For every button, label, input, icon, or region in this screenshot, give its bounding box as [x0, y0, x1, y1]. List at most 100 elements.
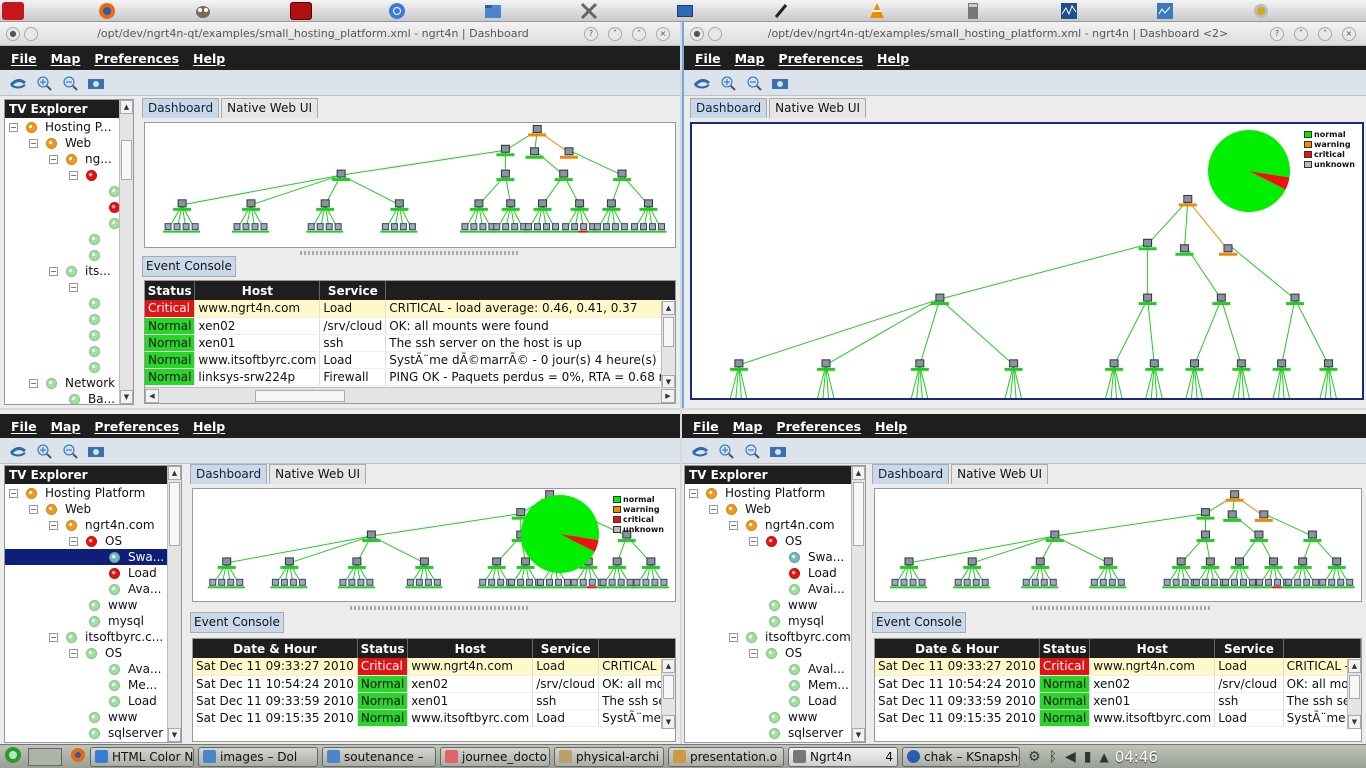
scroll-up-icon[interactable]: ▲: [120, 100, 133, 114]
tree-node[interactable]: Load: [789, 565, 837, 581]
tree-node-os[interactable]: −: [69, 167, 105, 183]
vlc-icon[interactable]: [866, 2, 888, 20]
window-pin-icon[interactable]: [24, 26, 38, 41]
tree-node[interactable]: − Hosting Platform: [689, 485, 825, 501]
service-map-canvas[interactable]: normal warning critical unknown: [192, 488, 676, 602]
menu-help[interactable]: Help: [193, 51, 225, 66]
tree-node[interactable]: Swa...: [789, 549, 844, 565]
console-vertical-scrollbar[interactable]: ▲ ▼: [1347, 659, 1361, 729]
scroll-down-icon[interactable]: ▼: [662, 715, 675, 729]
scroll-up-icon[interactable]: ▲: [1348, 659, 1361, 673]
table-row[interactable]: Sat Dec 11 09:15:35 2010 Normal www.itsoft…: [193, 709, 675, 727]
collapse-toggle[interactable]: −: [49, 520, 58, 530]
collapse-toggle[interactable]: −: [9, 122, 18, 132]
tree-node[interactable]: www: [89, 709, 137, 725]
refresh-icon[interactable]: [692, 73, 712, 93]
splitter-handle[interactable]: [300, 251, 520, 255]
menu-preferences[interactable]: Preferences: [94, 419, 179, 434]
task-journee[interactable]: journee_docto: [440, 746, 550, 767]
minimize-icon[interactable]: ˅: [608, 26, 622, 41]
scroll-thumb[interactable]: [853, 482, 864, 546]
tree-node[interactable]: − itsoftbyrc.com: [729, 629, 851, 645]
scroll-up-icon[interactable]: ▲: [662, 301, 675, 315]
menu-preferences[interactable]: Preferences: [776, 419, 861, 434]
table-row[interactable]: Sat Dec 11 09:15:35 2010 Normal www.itsoft…: [875, 709, 1361, 727]
menu-help[interactable]: Help: [193, 419, 225, 434]
maximize-icon[interactable]: ˄: [632, 26, 646, 41]
tab-native-web-ui[interactable]: Native Web UI: [269, 464, 367, 484]
folder-icon[interactable]: [482, 2, 504, 20]
scroll-down-icon[interactable]: ▼: [1348, 715, 1361, 729]
splitter-handle[interactable]: [350, 606, 530, 610]
scroll-up-icon[interactable]: ▲: [168, 466, 181, 480]
table-row[interactable]: Sat Dec 11 09:33:27 2010 Critical www.ngrt…: [193, 658, 675, 676]
collapse-toggle[interactable]: −: [749, 536, 758, 546]
zoom-in-icon[interactable]: [718, 73, 738, 93]
tree-node[interactable]: Me...: [109, 677, 157, 693]
col-host[interactable]: Host: [194, 281, 321, 300]
expand-icon[interactable]: ▲: [1099, 750, 1108, 764]
table-row[interactable]: Normal xen01 ssh The ssh server on the host…: [145, 334, 675, 352]
refresh-icon[interactable]: [690, 441, 710, 461]
scroll-thumb[interactable]: [121, 140, 132, 180]
collapse-toggle[interactable]: −: [49, 154, 58, 164]
tree-node[interactable]: sqlserver: [769, 725, 843, 741]
tab-event-console[interactable]: Event Console: [190, 612, 284, 633]
table-row[interactable]: Sat Dec 11 10:54:24 2010 Normal xen02/srv/…: [875, 675, 1361, 693]
scroll-thumb[interactable]: [663, 675, 674, 699]
zoom-out-icon[interactable]: [742, 441, 762, 461]
tree-node[interactable]: www: [769, 709, 817, 725]
task-presentation[interactable]: presentation.o: [668, 746, 784, 767]
tree-node-os[interactable]: −: [69, 279, 86, 295]
collapse-toggle[interactable]: −: [749, 648, 758, 658]
tree-node[interactable]: − OS: [749, 533, 802, 549]
collapse-toggle[interactable]: −: [29, 504, 38, 514]
tree-node[interactable]: − OS: [69, 645, 122, 661]
tools-icon[interactable]: [578, 2, 600, 20]
tree-node-leaf[interactable]: [89, 295, 108, 311]
volume-icon[interactable]: ◀: [1065, 749, 1076, 765]
refresh-icon[interactable]: [8, 441, 28, 461]
console-horizontal-scrollbar[interactable]: ◀ ▶: [145, 387, 675, 403]
gimp-icon[interactable]: [192, 2, 214, 20]
tree-node[interactable]: − Hosting Platform: [9, 485, 145, 501]
menu-map[interactable]: Map: [51, 419, 81, 434]
task-images[interactable]: images – Dol: [198, 746, 318, 767]
scroll-left-icon[interactable]: ◀: [145, 388, 159, 403]
tree-node[interactable]: mysql: [769, 613, 824, 629]
service-map-graph[interactable]: [145, 123, 675, 247]
tree-node-backup[interactable]: Ba...: [69, 391, 115, 404]
tab-event-console[interactable]: Event Console: [872, 612, 966, 633]
tree-node[interactable]: Load: [109, 565, 157, 581]
vertical-scrollbar[interactable]: ▲ ▼: [851, 466, 865, 742]
collapse-toggle[interactable]: −: [709, 504, 718, 514]
tree-node-web[interactable]: − Web: [29, 135, 91, 151]
col-status[interactable]: Status: [357, 639, 409, 658]
col-date[interactable]: Date & Hour: [875, 639, 1040, 658]
collapse-toggle[interactable]: −: [689, 488, 698, 498]
tree-node-network[interactable]: − Network: [29, 375, 115, 391]
tab-dashboard[interactable]: Dashboard: [690, 98, 768, 118]
tree-node-leaf[interactable]: [89, 327, 108, 343]
kde-menu-icon[interactable]: [4, 746, 22, 767]
menu-file[interactable]: File: [693, 419, 719, 434]
close-icon[interactable]: ×: [1342, 26, 1356, 41]
tree-node[interactable]: Ava...: [109, 661, 161, 677]
pager[interactable]: [28, 747, 62, 766]
service-map-canvas[interactable]: [874, 488, 1362, 602]
service-map-graph[interactable]: [193, 489, 675, 601]
task-soutenance[interactable]: soutenance –: [322, 746, 436, 767]
tab-native-web-ui[interactable]: Native Web UI: [951, 464, 1049, 484]
menu-map[interactable]: Map: [51, 51, 81, 66]
menu-help[interactable]: Help: [875, 419, 907, 434]
service-map-canvas[interactable]: [144, 122, 676, 248]
table-row[interactable]: Sat Dec 11 09:33:27 2010 Critical www.ngrt…: [875, 658, 1361, 676]
col-message[interactable]: [1283, 639, 1361, 658]
tab-native-web-ui[interactable]: Native Web UI: [769, 98, 867, 118]
task-ksnapshot[interactable]: chak – KSnapshot: [902, 746, 1020, 767]
table-row[interactable]: Normal www.itsoftbyrc.com Load SystÃ¨me dÃ©…: [145, 351, 675, 369]
clock[interactable]: 04:46: [1115, 748, 1158, 766]
tree-node-leaf[interactable]: [89, 231, 108, 247]
collapse-toggle[interactable]: −: [49, 266, 58, 276]
tree-node[interactable]: Avai...: [789, 581, 845, 597]
